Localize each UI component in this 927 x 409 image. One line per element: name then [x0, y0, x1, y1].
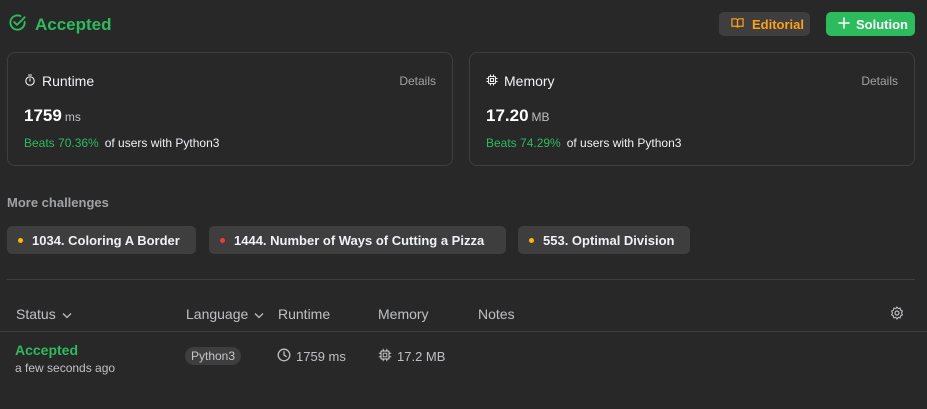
memory-label: Memory [504, 73, 555, 89]
runtime-beats: Beats 70.36% [24, 136, 99, 150]
challenge-chip[interactable]: 1034. Coloring A Border [7, 226, 196, 254]
runtime-unit: ms [64, 110, 81, 124]
challenge-label: 1034. Coloring A Border [32, 232, 180, 248]
memory-column-header: Memory [378, 306, 429, 322]
more-challenges-title: More challenges [7, 195, 109, 210]
runtime-value: 1759 [24, 106, 62, 125]
runtime-column-header: Runtime [278, 306, 330, 322]
status-header-label: Status [16, 306, 56, 322]
status-title: Accepted [35, 15, 112, 34]
submission-status[interactable]: Accepted [15, 342, 78, 358]
section-divider [7, 279, 915, 280]
submission-time: a few seconds ago [15, 361, 116, 375]
check-circle-icon [8, 13, 27, 37]
difficulty-dot [529, 237, 534, 243]
runtime-cell: 1759 ms [277, 348, 346, 365]
chevron-down-icon [62, 306, 72, 322]
language-column-header[interactable]: Language [186, 306, 264, 322]
language-header-label: Language [186, 306, 249, 322]
language-badge: Python3 [185, 347, 242, 365]
clock-icon [277, 348, 291, 365]
settings-button[interactable] [890, 306, 904, 323]
memory-value: 17.20 [486, 106, 529, 125]
editorial-label: Editorial [752, 16, 805, 32]
memory-beats: Beats 74.29% [486, 136, 561, 150]
runtime-cell-value: 1759 ms [296, 349, 346, 364]
memory-details-link[interactable]: Details [861, 74, 898, 88]
runtime-details-link[interactable]: Details [399, 74, 436, 88]
runtime-header-label: Runtime [278, 306, 331, 322]
plus-icon [838, 16, 850, 32]
chip-icon [486, 73, 498, 89]
memory-value-row: 17.20 MB [486, 106, 550, 126]
memory-beats-row: Beats 74.29% of users with Python3 [486, 136, 681, 150]
notes-column-header: Notes [478, 306, 515, 322]
difficulty-dot [220, 237, 225, 243]
solution-button[interactable]: Solution [826, 12, 915, 36]
memory-unit: MB [531, 110, 550, 124]
memory-cell: 17.2 MB [378, 348, 445, 365]
stopwatch-icon [24, 73, 36, 89]
runtime-label-row: Runtime [24, 73, 94, 89]
book-icon [731, 17, 744, 32]
challenge-chip[interactable]: 1444. Number of Ways of Cutting a Pizza [209, 226, 506, 254]
table-header-divider [0, 331, 927, 332]
memory-header-label: Memory [378, 306, 429, 322]
solution-label: Solution [856, 16, 908, 32]
memory-beats-suffix: of users with Python3 [566, 136, 682, 150]
difficulty-dot [18, 237, 23, 243]
runtime-beats-suffix: of users with Python3 [104, 136, 220, 150]
accepted-header: Accepted [8, 13, 112, 37]
runtime-label: Runtime [42, 73, 95, 89]
status-column-header[interactable]: Status [16, 306, 72, 322]
challenge-label: 1444. Number of Ways of Cutting a Pizza [234, 232, 485, 248]
gear-icon [890, 306, 904, 323]
chip-icon [378, 348, 392, 365]
runtime-beats-row: Beats 70.36% of users with Python3 [24, 136, 219, 150]
notes-header-label: Notes [478, 306, 515, 322]
challenge-chip[interactable]: 553. Optimal Division [518, 226, 690, 254]
memory-label-row: Memory [486, 73, 555, 89]
chevron-down-icon [254, 306, 264, 322]
memory-cell-value: 17.2 MB [397, 349, 446, 364]
editorial-button[interactable]: Editorial [719, 12, 810, 36]
challenge-label: 553. Optimal Division [543, 232, 675, 248]
runtime-card[interactable]: Runtime Details 1759 ms Beats 70.36% of us… [7, 52, 453, 166]
memory-card[interactable]: Memory Details 17.20 MB Beats 74.29% of us… [469, 52, 915, 166]
runtime-value-row: 1759 ms [24, 106, 81, 126]
